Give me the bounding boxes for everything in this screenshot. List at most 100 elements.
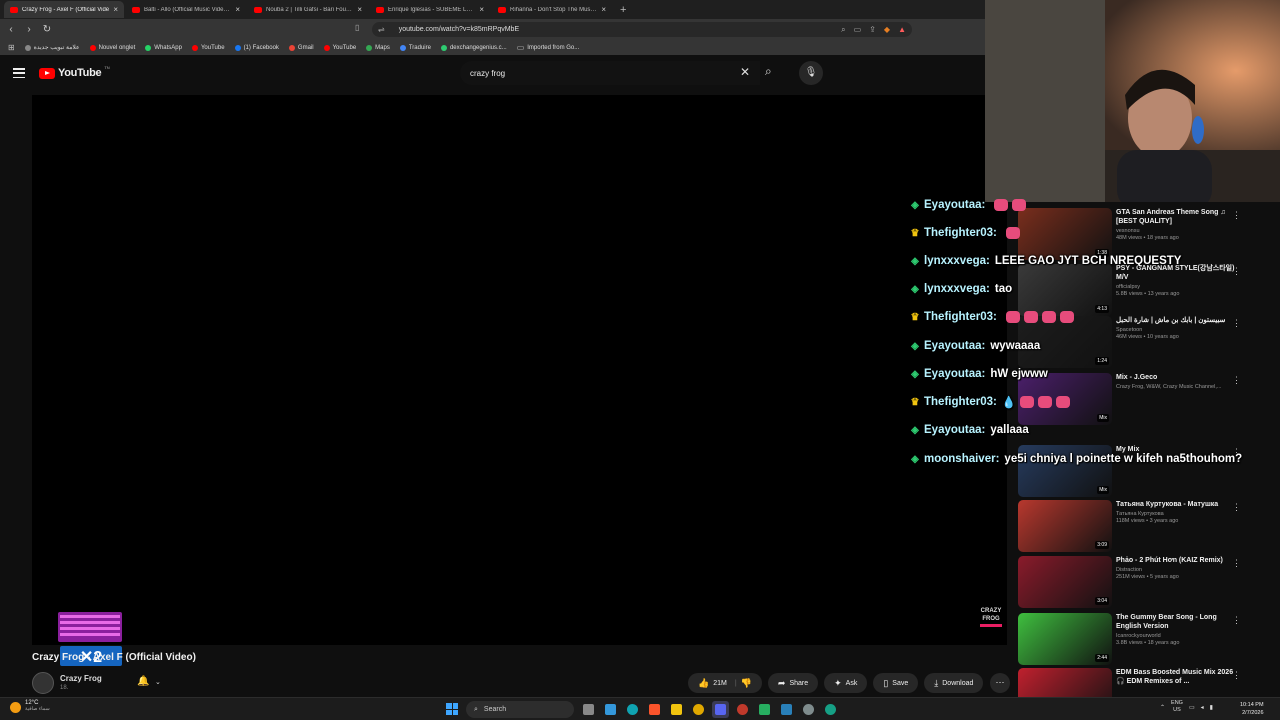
bookmark-page-icon[interactable]: ▯ [355, 23, 359, 32]
app-icon[interactable] [756, 701, 773, 718]
search-input[interactable]: crazy frog [460, 61, 760, 85]
browser-tab[interactable]: Nouba 2 | Tilli Gafsi - Bari Fout - You × [248, 1, 368, 18]
download-button[interactable]: ⤓ Download [924, 673, 984, 693]
site-info-icon[interactable]: ⇌ [378, 25, 385, 34]
back-icon[interactable]: ‹ [4, 24, 18, 35]
kebab-icon[interactable]: ⋮ [1232, 615, 1241, 626]
suggested-channel[interactable]: Spacetoon [1116, 327, 1241, 333]
kebab-icon[interactable]: ⋮ [1232, 318, 1241, 329]
alert-icon[interactable]: ▲ [898, 25, 906, 35]
bookmark[interactable]: علامة تبويب جديدة [24, 44, 80, 51]
browser-tab[interactable]: Rihanna - Don't Stop The Music - Yo × [492, 1, 612, 18]
suggested-title[interactable]: Татьяна Куртукова - Матушка [1116, 500, 1241, 509]
suggested-channel[interactable]: officialpsy [1116, 284, 1241, 290]
battery-icon[interactable]: ▮ [1210, 704, 1213, 711]
close-tab-icon[interactable]: × [357, 5, 362, 14]
close-tab-icon[interactable]: × [235, 5, 240, 14]
bookmark[interactable]: Gmail [288, 44, 314, 51]
cast-icon[interactable]: ▭ [854, 25, 862, 35]
taskbar-search[interactable]: ⌕ Search [466, 701, 574, 718]
suggested-title[interactable]: سبيستون | بابك بن ماش | شارة الحبل [1116, 316, 1241, 325]
bookmark[interactable]: dexchangegenius.c... [440, 44, 507, 51]
chevron-down-icon[interactable]: ⌄ [155, 678, 161, 686]
zoom-icon[interactable]: ⌕ [841, 25, 845, 35]
recording-icon[interactable] [734, 701, 751, 718]
dislike-icon[interactable]: 👎 [741, 678, 752, 689]
search-icon[interactable]: ⌕ [765, 64, 772, 79]
menu-icon[interactable] [13, 68, 25, 78]
bookmark[interactable]: YouTube [323, 44, 356, 51]
address-bar[interactable]: ⇌ youtube.com/watch?v=k85mRPqvMbE ⌕ ▭ ⇪ ◆ ▲ [372, 22, 912, 37]
suggested-channel[interactable]: Crazy Frog, W&W, Crazy Music Channel,... [1116, 384, 1241, 390]
kebab-icon[interactable]: ⋮ [1232, 502, 1241, 513]
bookmark-folder[interactable]: ▭ Imported from Go... [517, 43, 580, 52]
browser-tab[interactable]: Crazy Frog - Axel F (Official Vide × [4, 1, 124, 18]
language-indicator[interactable]: ENG US [1171, 700, 1183, 714]
kebab-icon[interactable]: ⋮ [1232, 558, 1241, 569]
suggested-channel[interactable]: Distraction [1116, 567, 1241, 573]
chrome-icon[interactable] [690, 701, 707, 718]
channel-avatar[interactable] [32, 672, 54, 694]
weather-widget[interactable]: 12°C سماء صافية [10, 700, 50, 713]
clock[interactable]: 10:14 PM 2/7/2026 [1240, 701, 1264, 717]
clear-search-icon[interactable]: ✕ [740, 65, 750, 79]
suggested-title[interactable]: EDM Bass Boosted Music Mix 2026 🎧 EDM Re… [1116, 668, 1241, 686]
forward-icon[interactable]: › [22, 24, 36, 35]
more-actions-button[interactable]: ⋯ [990, 673, 1010, 693]
video-thumbnail[interactable]: 2:44 [1018, 613, 1112, 665]
kebab-icon[interactable]: ⋮ [1232, 375, 1241, 386]
bell-icon[interactable]: 🔔 [137, 676, 149, 687]
network-icon[interactable]: ▭ [1189, 704, 1195, 711]
youtube-logo[interactable]: YouTube TN [39, 65, 110, 79]
close-tab-icon[interactable]: × [601, 5, 606, 14]
channel-watermark[interactable]: CRAZY FROG [980, 607, 1002, 627]
suggested-channel[interactable]: Icanrockyourworld [1116, 633, 1241, 639]
new-tab-button[interactable]: + [614, 4, 632, 16]
browser-tab[interactable]: Balti - Allo (Official Music Video) - Yo… [126, 1, 246, 18]
bookmark[interactable]: WhatsApp [145, 44, 182, 51]
bookmark[interactable]: (1) Facebook [234, 44, 279, 51]
kebab-icon[interactable]: ⋮ [1232, 210, 1241, 221]
video-player[interactable] [32, 95, 1007, 645]
mic-icon[interactable]: 🎙 [799, 61, 823, 85]
bookmark[interactable]: Maps [366, 44, 390, 51]
chevron-up-icon[interactable]: ⌃ [1160, 704, 1165, 711]
close-tab-icon[interactable]: × [113, 5, 118, 14]
close-tab-icon[interactable]: × [479, 5, 484, 14]
video-thumbnail[interactable]: 3:09 [1018, 500, 1112, 552]
brave-icon[interactable] [646, 701, 663, 718]
widgets-icon[interactable] [602, 701, 619, 718]
app-icon[interactable] [778, 701, 795, 718]
suggested-title[interactable]: Mix - J.Geco [1116, 373, 1241, 382]
kebab-icon[interactable]: ⋮ [1232, 670, 1241, 681]
ask-button[interactable]: ✦ Ask [824, 673, 868, 693]
task-view-icon[interactable] [580, 701, 597, 718]
share-button[interactable]: ➦ Share [767, 673, 819, 693]
bookmark[interactable]: Traduire [399, 44, 431, 51]
suggested-video[interactable]: 3:04 Phảo - 2 Phút Hơn (KAIZ Remix) Distra… [1018, 556, 1280, 610]
reload-icon[interactable]: ↻ [40, 24, 54, 35]
suggested-video[interactable]: 2:44 The Gummy Bear Song - Long English V… [1018, 613, 1280, 667]
suggested-video[interactable]: 3:09 Татьяна Куртукова - Матушка Татьяна К… [1018, 500, 1280, 554]
suggested-title[interactable]: GTA San Andreas Theme Song ♫ [BEST QUALI… [1116, 208, 1241, 226]
suggested-title[interactable]: The Gummy Bear Song - Long English Versi… [1116, 613, 1241, 631]
app-icon[interactable] [822, 701, 839, 718]
kebab-icon[interactable]: ⋮ [1232, 266, 1241, 277]
share-page-icon[interactable]: ⇪ [869, 25, 876, 35]
windows-start-icon[interactable] [446, 703, 458, 715]
save-button[interactable]: ▯ Save [873, 673, 919, 693]
bookmark[interactable]: Nouvel onglet [89, 44, 135, 51]
discord-icon[interactable] [712, 701, 729, 718]
suggested-channel[interactable]: vesnonsu [1116, 228, 1241, 234]
browser-tab[interactable]: Enrique Iglesias - SUBEME LA RADIO × [370, 1, 490, 18]
extension-icon[interactable]: ◆ [884, 25, 890, 35]
like-button[interactable]: 👍 21M | 👎 [688, 673, 762, 693]
file-explorer-icon[interactable] [668, 701, 685, 718]
edge-icon[interactable] [624, 701, 641, 718]
suggested-channel[interactable]: Татьяна Куртукова [1116, 511, 1241, 517]
apps-grid-icon[interactable]: ⊞ [8, 43, 15, 52]
volume-icon[interactable]: ◂ [1201, 704, 1204, 711]
bookmark[interactable]: YouTube [191, 44, 225, 51]
suggested-title[interactable]: Phảo - 2 Phút Hơn (KAIZ Remix) [1116, 556, 1241, 565]
channel-name[interactable]: Crazy Frog [60, 674, 102, 683]
